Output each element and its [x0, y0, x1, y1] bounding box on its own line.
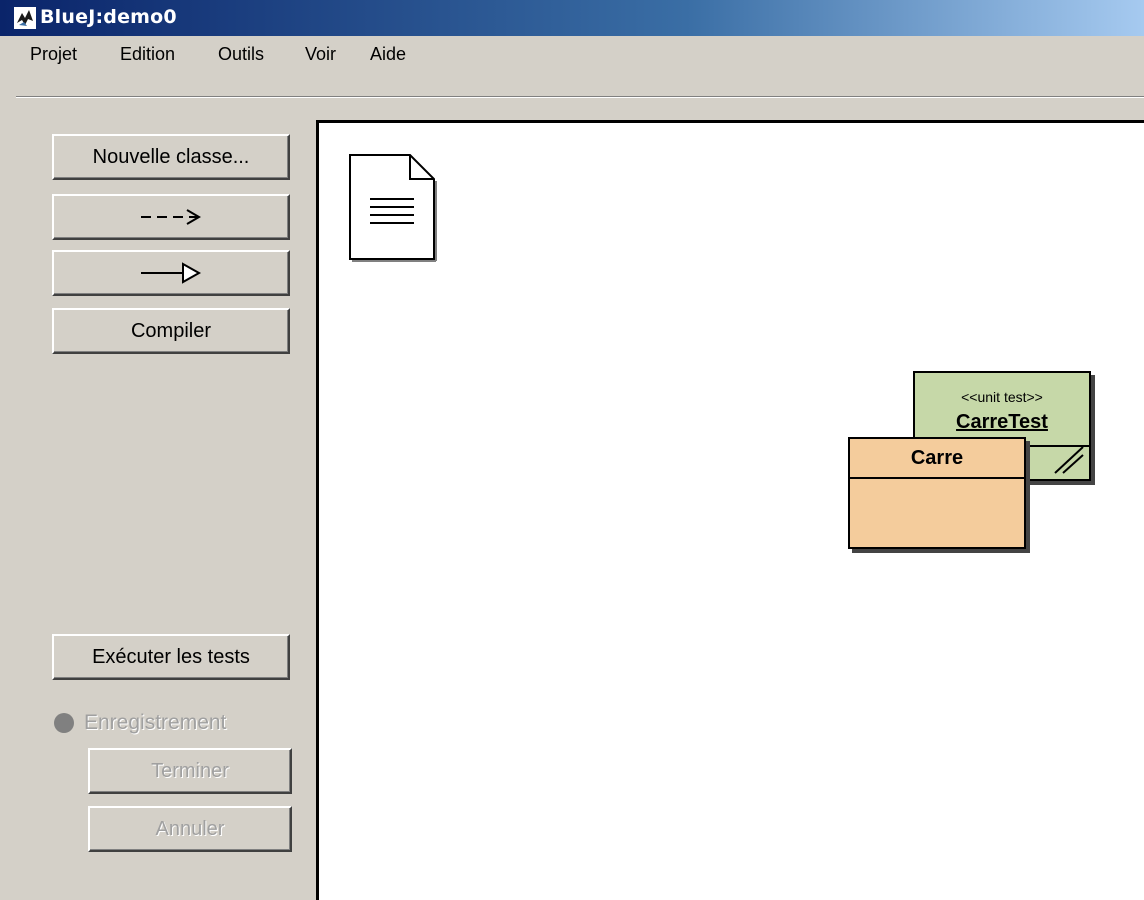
compile-button[interactable]: Compiler — [52, 308, 290, 354]
class-divider — [850, 477, 1024, 479]
carretest-stereotype: <<unit test>> — [961, 389, 1043, 405]
new-class-button[interactable]: Nouvelle classe... — [52, 134, 290, 180]
inherits-arrow-button[interactable] — [52, 250, 290, 296]
inheritance-arrow-icon — [141, 262, 202, 284]
run-tests-button[interactable]: Exécuter les tests — [52, 634, 290, 680]
menu-projet[interactable]: Projet — [30, 44, 77, 65]
uses-arrow-button[interactable] — [52, 194, 290, 240]
resize-handle-icon[interactable] — [1051, 445, 1085, 475]
carretest-name: CarreTest — [956, 411, 1048, 433]
cancel-button[interactable]: Annuler — [88, 806, 292, 852]
menu-bar: Projet Edition Outils Voir Aide — [0, 36, 1144, 97]
recording-indicator: Enregistrement — [54, 708, 226, 738]
window-title: BlueJ:demo0 — [40, 6, 177, 28]
menu-aide[interactable]: Aide — [370, 44, 406, 65]
menu-outils[interactable]: Outils — [218, 44, 264, 65]
bluej-bird-icon — [14, 7, 36, 29]
finish-button[interactable]: Terminer — [88, 748, 292, 794]
class-diagram-canvas[interactable]: <<unit test>> CarreTest Carre — [316, 120, 1144, 900]
title-bar: BlueJ:demo0 — [0, 0, 1144, 36]
recording-dot-icon — [54, 713, 74, 733]
menu-edition[interactable]: Edition — [120, 44, 175, 65]
class-carre[interactable]: Carre — [848, 437, 1026, 549]
menu-voir[interactable]: Voir — [305, 44, 336, 65]
carre-name: Carre — [910, 447, 964, 469]
document-icon[interactable] — [346, 151, 438, 263]
dashed-arrow-icon — [141, 209, 201, 225]
recording-label: Enregistrement — [84, 711, 227, 734]
menu-separator — [16, 96, 1144, 97]
